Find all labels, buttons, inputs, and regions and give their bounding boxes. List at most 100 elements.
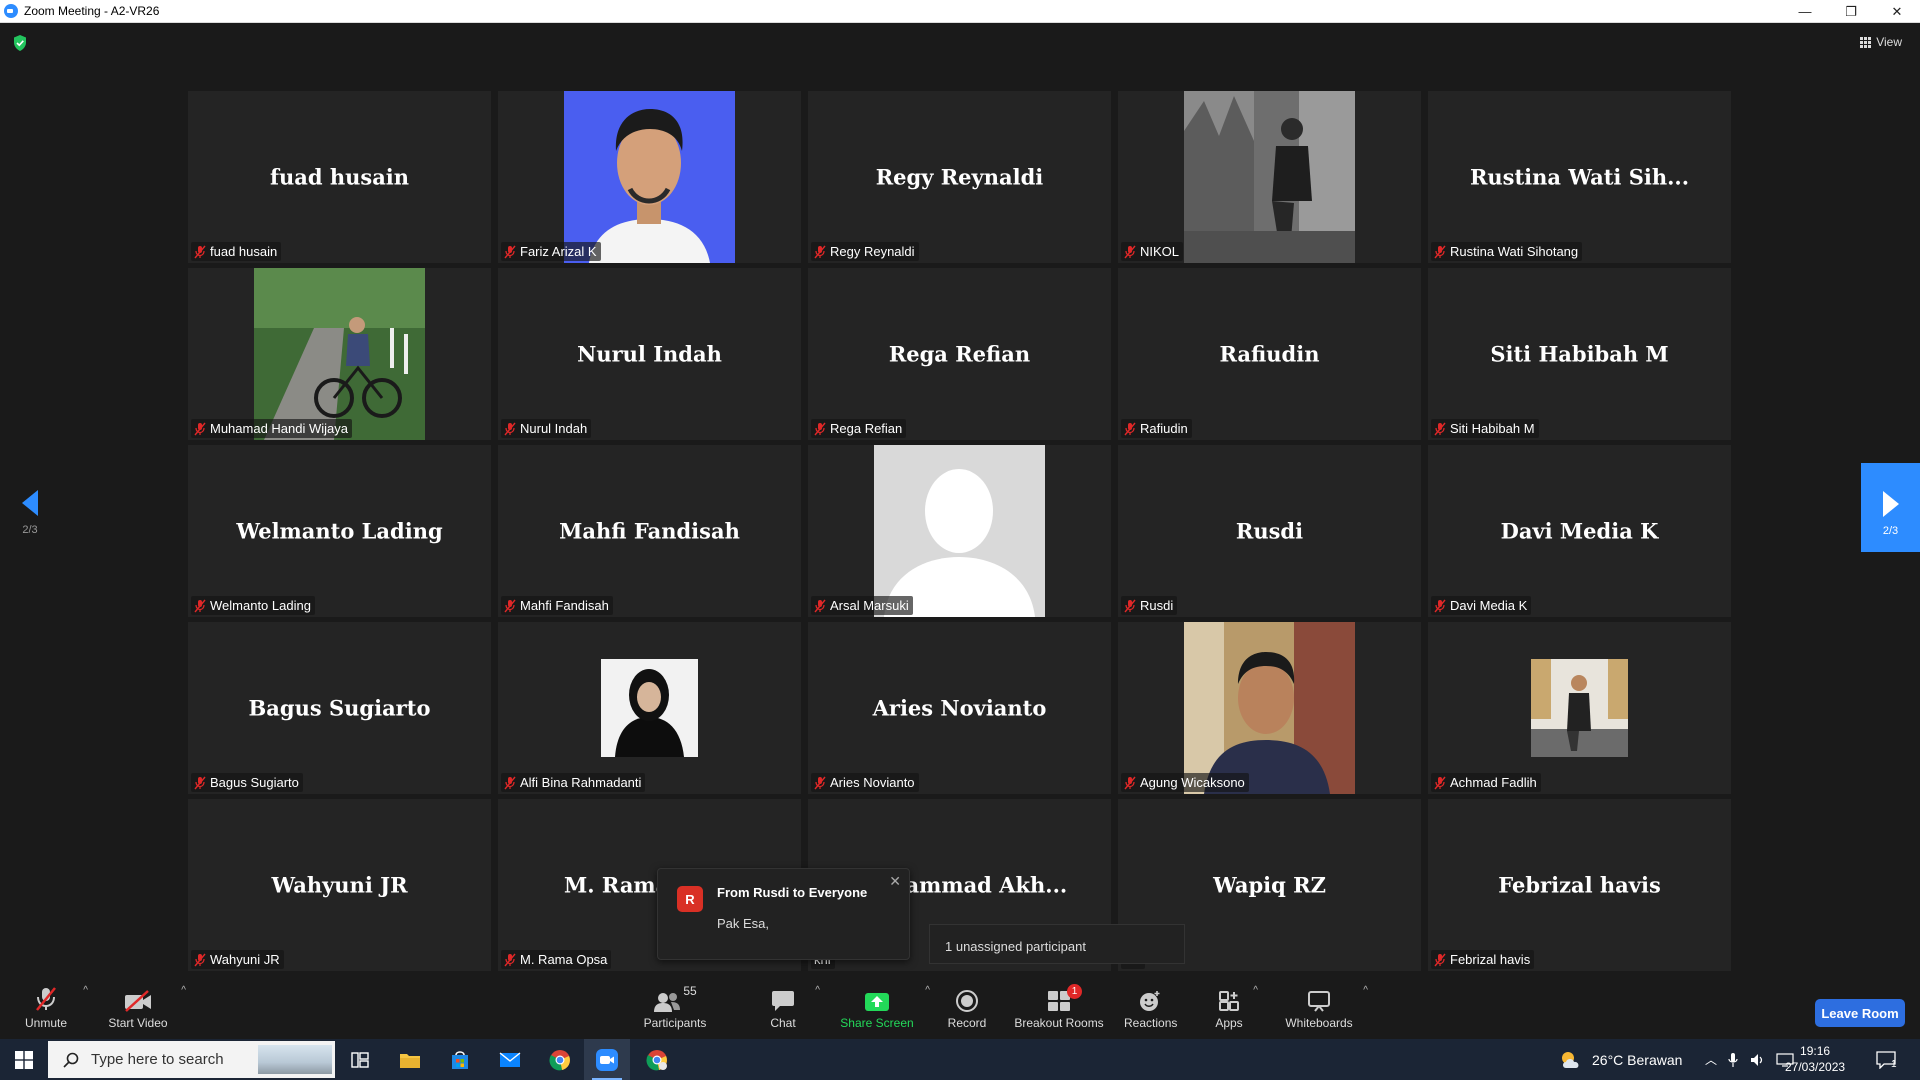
close-button[interactable]: ✕ bbox=[1874, 0, 1920, 23]
notification-center-button[interactable]: 1 bbox=[1876, 1039, 1897, 1080]
participant-name: Rafiudin bbox=[1140, 421, 1188, 436]
participants-count: 55 bbox=[683, 984, 697, 998]
chat-icon bbox=[772, 991, 794, 1011]
participant-tile[interactable]: Mahfi Fandisah Mahfi Fandisah bbox=[498, 445, 801, 617]
participant-tile[interactable]: Rega Refian Rega Refian bbox=[808, 268, 1111, 440]
zoom-taskbar-button[interactable] bbox=[584, 1039, 630, 1080]
participant-display-name: Nurul Indah bbox=[577, 341, 722, 367]
video-off-icon bbox=[125, 990, 151, 1012]
participant-tile[interactable]: Aries Novianto Aries Novianto bbox=[808, 622, 1111, 794]
minimize-button[interactable]: — bbox=[1782, 0, 1828, 23]
participant-tile[interactable]: NIKOL bbox=[1118, 91, 1421, 263]
breakout-rooms-button[interactable]: 1 Breakout Rooms bbox=[1014, 973, 1104, 1039]
apps-button[interactable]: Apps ^ bbox=[1214, 973, 1258, 1039]
caret-up-icon[interactable]: ^ bbox=[815, 985, 820, 996]
participant-tile[interactable]: Arsal Marsuki bbox=[808, 445, 1111, 617]
participant-tile[interactable]: Febrizal havis Febrizal havis bbox=[1428, 799, 1731, 971]
participant-name: Agung Wicaksono bbox=[1140, 775, 1245, 790]
microphone-icon[interactable] bbox=[1728, 1052, 1738, 1068]
participant-tile[interactable]: Davi Media K Davi Media K bbox=[1428, 445, 1731, 617]
participant-tile[interactable]: Achmad Fadlih bbox=[1428, 622, 1731, 794]
participants-icon bbox=[654, 993, 681, 1012]
muted-mic-icon bbox=[36, 987, 56, 1011]
speaker-icon[interactable] bbox=[1750, 1053, 1766, 1067]
share-screen-label: Share Screen bbox=[840, 1016, 914, 1030]
participant-name-tag: M. Rama Opsa bbox=[501, 950, 612, 969]
whiteboards-button[interactable]: Whiteboards ^ bbox=[1284, 973, 1368, 1039]
participant-name-tag: Muhamad Handi Wijaya bbox=[191, 419, 353, 438]
participant-name: Fariz Arizal K bbox=[520, 244, 597, 259]
chevron-up-icon[interactable]: ︿ bbox=[1705, 1051, 1717, 1068]
participant-tile[interactable]: Rustina Wati Sih... Rustina Wati Sihotan… bbox=[1428, 91, 1731, 263]
chat-notification[interactable]: R From Rusdi to Everyone Pak Esa, ✕ bbox=[657, 868, 910, 960]
participant-name: Rusdi bbox=[1140, 598, 1174, 613]
reactions-button[interactable]: Reactions bbox=[1124, 973, 1177, 1039]
view-button[interactable]: View bbox=[1860, 35, 1902, 49]
window-controls: — ❐ ✕ bbox=[1782, 0, 1920, 23]
previous-page-button[interactable]: 2/3 bbox=[14, 490, 46, 536]
participant-tile[interactable]: Bagus Sugiarto Bagus Sugiarto bbox=[188, 622, 491, 794]
record-label: Record bbox=[947, 1016, 987, 1030]
task-view-button[interactable] bbox=[337, 1039, 383, 1080]
participant-name: fuad husain bbox=[210, 244, 278, 259]
caret-up-icon[interactable]: ^ bbox=[1253, 985, 1258, 996]
participant-name: Achmad Fadlih bbox=[1450, 775, 1537, 790]
chrome-button[interactable] bbox=[537, 1039, 583, 1080]
participant-name-tag: Achmad Fadlih bbox=[1431, 773, 1541, 792]
participant-tile[interactable]: Muhamad Handi Wijaya bbox=[188, 268, 491, 440]
unassigned-participant-notice[interactable]: 1 unassigned participant bbox=[929, 924, 1185, 964]
taskbar-clock[interactable]: 19:16 27/03/2023 bbox=[1785, 1043, 1845, 1075]
start-video-button[interactable]: Start Video ^ bbox=[104, 973, 186, 1039]
restore-button[interactable]: ❐ bbox=[1828, 0, 1874, 23]
participant-name-tag: Agung Wicaksono bbox=[1121, 773, 1249, 792]
participant-tile[interactable]: Agung Wicaksono bbox=[1118, 622, 1421, 794]
chat-button[interactable]: Chat ^ bbox=[760, 973, 820, 1039]
share-screen-button[interactable]: Share Screen ^ bbox=[838, 973, 930, 1039]
participant-display-name: Febrizal havis bbox=[1498, 872, 1661, 898]
chrome-profile-button[interactable] bbox=[634, 1039, 680, 1080]
caret-up-icon[interactable]: ^ bbox=[925, 985, 930, 996]
participant-name: Siti Habibah M bbox=[1450, 421, 1535, 436]
system-tray: ︿ bbox=[1705, 1039, 1794, 1080]
participant-tile[interactable]: Rafiudin Rafiudin bbox=[1118, 268, 1421, 440]
security-shield-icon[interactable] bbox=[13, 35, 27, 51]
muted-mic-icon bbox=[504, 422, 516, 435]
participant-tile[interactable]: Welmanto Lading Welmanto Lading bbox=[188, 445, 491, 617]
leave-room-button[interactable]: Leave Room bbox=[1815, 999, 1905, 1027]
participant-tile[interactable]: Alfi Bina Rahmadanti bbox=[498, 622, 801, 794]
next-page-button[interactable]: 2/3 bbox=[1861, 463, 1920, 552]
clock-time: 19:16 bbox=[1800, 1044, 1831, 1058]
participant-tile[interactable]: Wahyuni JR Wahyuni JR bbox=[188, 799, 491, 971]
mail-button[interactable] bbox=[487, 1039, 533, 1080]
caret-up-icon[interactable]: ^ bbox=[83, 985, 88, 996]
caret-up-icon[interactable]: ^ bbox=[181, 985, 186, 996]
participant-tile[interactable]: Rusdi Rusdi bbox=[1118, 445, 1421, 617]
participant-name: Bagus Sugiarto bbox=[210, 775, 299, 790]
participant-name: M. Rama Opsa bbox=[520, 952, 608, 967]
arrow-left-icon bbox=[22, 490, 38, 516]
chat-message: Pak Esa, bbox=[717, 916, 770, 931]
participant-tile[interactable]: fuad husain fuad husain bbox=[188, 91, 491, 263]
participant-name-tag: Arsal Marsuki bbox=[811, 596, 913, 615]
participant-tile[interactable]: Nurul Indah Nurul Indah bbox=[498, 268, 801, 440]
participant-name: Nurul Indah bbox=[520, 421, 588, 436]
unmute-button[interactable]: Unmute ^ bbox=[18, 973, 88, 1039]
participants-button[interactable]: 55 Participants bbox=[640, 973, 710, 1039]
start-button[interactable] bbox=[0, 1039, 47, 1080]
participant-name: Welmanto Lading bbox=[210, 598, 311, 613]
taskbar-search[interactable]: Type here to search bbox=[48, 1041, 335, 1078]
store-button[interactable] bbox=[437, 1039, 483, 1080]
participant-name: Muhamad Handi Wijaya bbox=[210, 421, 349, 436]
file-explorer-button[interactable] bbox=[387, 1039, 433, 1080]
weather-widget[interactable]: 26°C Berawan bbox=[1558, 1039, 1682, 1080]
record-icon bbox=[956, 990, 978, 1012]
caret-up-icon[interactable]: ^ bbox=[1363, 985, 1368, 996]
record-button[interactable]: Record bbox=[944, 973, 990, 1039]
grid-view-icon bbox=[1860, 36, 1872, 48]
participant-tile[interactable]: Fariz Arizal K bbox=[498, 91, 801, 263]
participant-name: Alfi Bina Rahmadanti bbox=[520, 775, 642, 790]
clock-date: 27/03/2023 bbox=[1785, 1060, 1846, 1074]
participant-tile[interactable]: Regy Reynaldi Regy Reynaldi bbox=[808, 91, 1111, 263]
participant-tile[interactable]: Siti Habibah M Siti Habibah M bbox=[1428, 268, 1731, 440]
close-icon[interactable]: ✕ bbox=[889, 873, 901, 890]
